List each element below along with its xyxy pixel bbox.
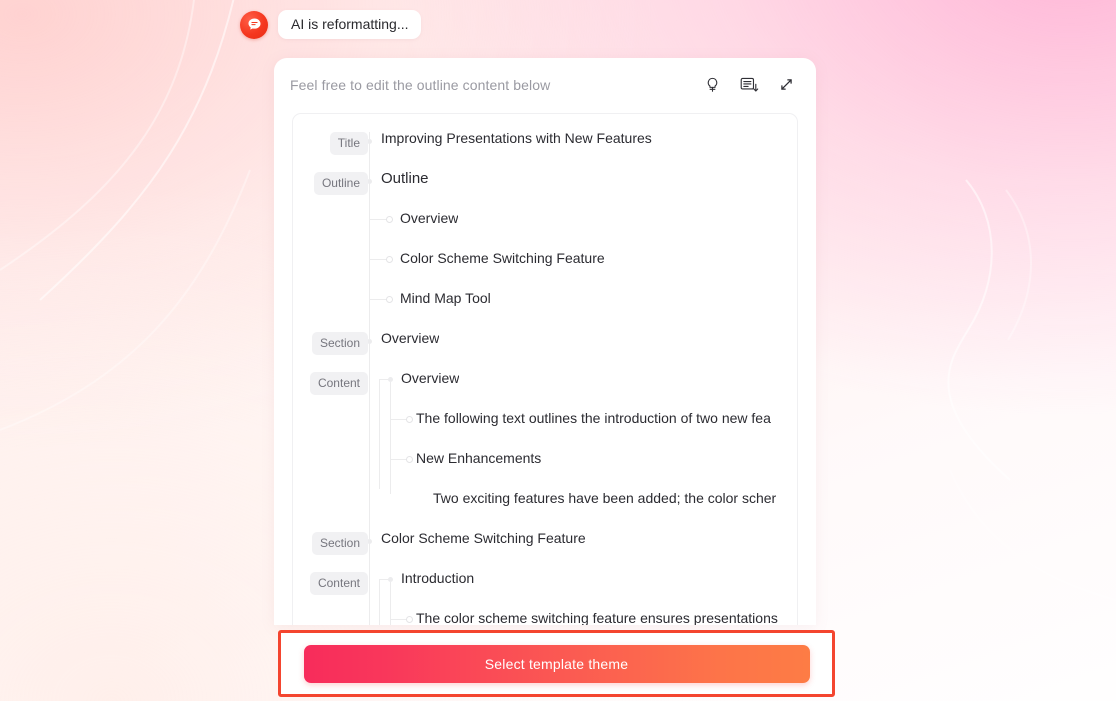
outline-row-tag: Section: [311, 332, 368, 355]
outline-row-text-slot: The following text outlines the introduc…: [368, 408, 797, 431]
outline-row-text[interactable]: Improving Presentations with New Feature…: [381, 130, 652, 146]
select-template-theme-button[interactable]: Select template theme: [303, 644, 810, 683]
outline-row-tag: [352, 292, 368, 303]
outline-row-tag: [352, 612, 368, 623]
outline-row-text-slot: The color scheme switching feature ensur…: [368, 608, 797, 625]
ai-status-row: AI is reformatting...: [240, 10, 422, 39]
outline-row-tag-slot: Section: [293, 328, 368, 355]
outline-row-text-slot: Introduction: [368, 568, 797, 591]
outline-row[interactable]: Section Color Scheme Switching Feature: [293, 528, 797, 568]
outline-row-tag: Outline: [313, 172, 368, 195]
outline-row-text[interactable]: New Enhancements: [416, 450, 541, 466]
outline-row[interactable]: Color Scheme Switching Feature: [293, 248, 797, 288]
outline-row-tag-slot: [293, 408, 368, 423]
card-header-title: Feel free to edit the outline content be…: [290, 76, 551, 93]
outline-row-text-slot: Overview: [368, 208, 797, 231]
outline-row-text[interactable]: The following text outlines the introduc…: [416, 410, 771, 426]
outline-row-text[interactable]: Color Scheme Switching Feature: [400, 250, 605, 266]
outline-row-tag: [352, 492, 368, 503]
outline-row-tag: [352, 252, 368, 263]
outline-row-tag-slot: Content: [293, 368, 368, 395]
outline-row-tag-slot: [293, 248, 368, 263]
outline-row-text-slot: Improving Presentations with New Feature…: [368, 128, 797, 151]
outline-row-text[interactable]: Overview: [400, 210, 458, 226]
outline-row-tag: Section: [311, 532, 368, 555]
outline-row-tag: [352, 412, 368, 423]
outline-row-tag-slot: Title: [293, 128, 368, 155]
outline-row[interactable]: Outline Outline: [293, 168, 797, 208]
outline-row[interactable]: Section Overview: [293, 328, 797, 368]
outline-collapse-icon[interactable]: [739, 75, 759, 95]
outline-row-tag: [352, 212, 368, 223]
ai-status-text: AI is reformatting...: [278, 10, 422, 39]
outline-row-tag-slot: [293, 208, 368, 223]
outline-row-tag-slot: [293, 488, 368, 503]
outline-row[interactable]: Mind Map Tool: [293, 288, 797, 328]
outline-row-tag: Content: [309, 372, 368, 395]
outline-row[interactable]: The following text outlines the introduc…: [293, 408, 797, 448]
card-header-actions: [702, 75, 796, 95]
outline-row-tag: Title: [329, 132, 368, 155]
outline-row[interactable]: Content Overview: [293, 368, 797, 408]
outline-row-text-slot: Color Scheme Switching Feature: [368, 528, 797, 551]
outline-row-text[interactable]: Introduction: [401, 570, 474, 586]
outline-row-tag-slot: Content: [293, 568, 368, 595]
outline-row-tag-slot: [293, 448, 368, 463]
outline-row-tag-slot: Section: [293, 528, 368, 555]
chat-bubble-icon: [240, 10, 268, 39]
outline-row-text-slot: Mind Map Tool: [368, 288, 797, 311]
outline-row[interactable]: Two exciting features have been added; t…: [293, 488, 797, 528]
outline-row-tag: [352, 452, 368, 463]
expand-diagonal-icon[interactable]: [776, 75, 796, 95]
outline-card: Feel free to edit the outline content be…: [274, 58, 816, 625]
lightbulb-icon[interactable]: [702, 75, 722, 95]
outline-row-text[interactable]: Overview: [381, 330, 439, 346]
outline-row[interactable]: Title Improving Presentations with New F…: [293, 128, 797, 168]
outline-row-text[interactable]: Overview: [401, 370, 459, 386]
outline-row-text[interactable]: Outline: [381, 170, 429, 187]
outline-row[interactable]: The color scheme switching feature ensur…: [293, 608, 797, 625]
outline-row-text[interactable]: Two exciting features have been added; t…: [433, 490, 776, 506]
outline-row-text-slot: Outline: [368, 168, 797, 192]
cta-highlight-frame: Select template theme: [278, 630, 835, 697]
outline-row-text[interactable]: Mind Map Tool: [400, 290, 491, 306]
outline-row-tag: Content: [309, 572, 368, 595]
outline-row[interactable]: New Enhancements: [293, 448, 797, 488]
outline-row-text-slot: Overview: [368, 328, 797, 351]
outline-row[interactable]: Overview: [293, 208, 797, 248]
outline-row-tag-slot: Outline: [293, 168, 368, 195]
outline-row-text-slot: New Enhancements: [368, 448, 797, 471]
card-header: Feel free to edit the outline content be…: [274, 58, 816, 111]
outline-row-text[interactable]: The color scheme switching feature ensur…: [416, 610, 778, 625]
outline-row[interactable]: Content Introduction: [293, 568, 797, 608]
outline-row-tag-slot: [293, 608, 368, 623]
outline-row-text-slot: Overview: [368, 368, 797, 391]
outline-row-text-slot: Two exciting features have been added; t…: [368, 488, 797, 511]
outline-panel[interactable]: Title Improving Presentations with New F…: [292, 113, 798, 625]
outline-scroll-area[interactable]: Title Improving Presentations with New F…: [293, 114, 797, 625]
outline-row-text-slot: Color Scheme Switching Feature: [368, 248, 797, 271]
outline-row-text[interactable]: Color Scheme Switching Feature: [381, 530, 586, 546]
outline-row-tag-slot: [293, 288, 368, 303]
